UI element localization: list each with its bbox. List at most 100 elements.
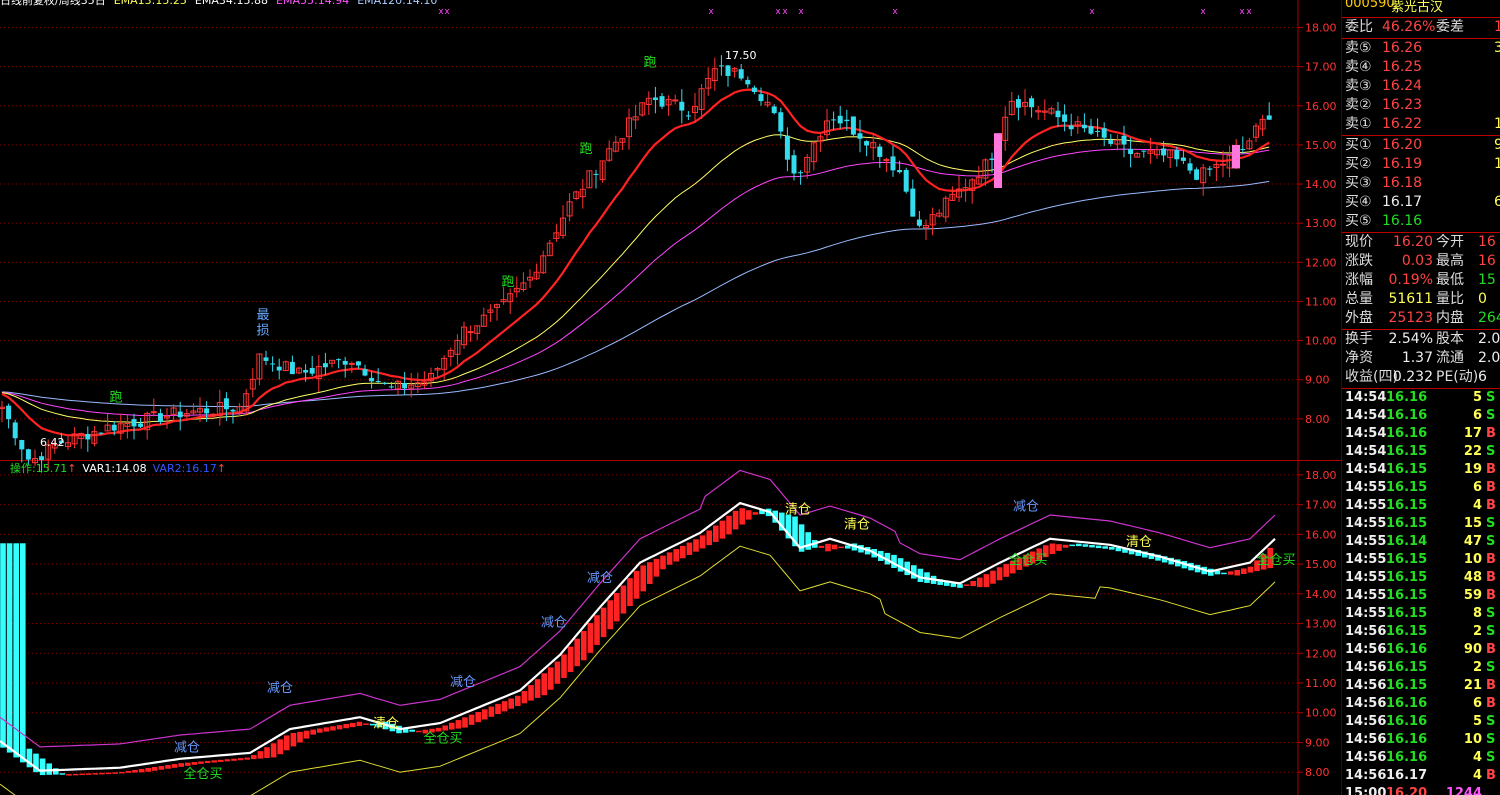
tick-time: 14:54	[1345, 390, 1387, 405]
tick-time: 14:55	[1345, 552, 1387, 567]
candle-body	[25, 449, 31, 460]
indicator-bar	[732, 510, 739, 530]
tick-time: 14:54	[1345, 426, 1387, 441]
indicator-annotation: 清仓	[785, 503, 811, 518]
ask-label: 卖⑤	[1345, 40, 1372, 56]
stat-value: 2.03	[1478, 350, 1500, 366]
tick-row: 14:56 16.15 2 S	[1342, 623, 1500, 641]
tick-row: 14:55 16.15 8 S	[1342, 605, 1500, 623]
stat-value: 51611	[1388, 291, 1433, 307]
indicator-bar	[317, 728, 323, 733]
indicator-annotation: 减仓	[1013, 500, 1039, 515]
indicator-bar	[501, 701, 508, 712]
stat-label: PE(动)	[1436, 369, 1479, 385]
indicator-bar	[198, 761, 204, 764]
candle-body	[270, 363, 276, 365]
candle-body	[6, 405, 12, 420]
stat-label: 涨跌	[1345, 253, 1373, 269]
candle-body	[111, 424, 117, 431]
indicator-bar	[528, 685, 534, 701]
indicator-bar	[343, 723, 349, 729]
indicator-bar	[647, 562, 653, 584]
indicator-bar	[277, 739, 283, 755]
price-annotation: 损	[256, 324, 269, 339]
indicator-annotation: 全仓买	[1008, 552, 1047, 568]
ask-label: 卖④	[1345, 59, 1372, 75]
tick-direction: S	[1486, 750, 1496, 765]
candle-body	[131, 419, 137, 427]
tick-price: 16.16	[1386, 426, 1428, 441]
indicator-bar	[1241, 568, 1247, 575]
tick-direction: S	[1486, 606, 1496, 621]
indicator-bar	[825, 543, 831, 552]
indicator-bar	[158, 766, 165, 770]
indicator-bar	[1234, 569, 1240, 576]
row-value: 46.26%	[1382, 19, 1436, 35]
candle-body	[157, 413, 163, 423]
stat-row: 净资 1.37流通 2.03	[1342, 349, 1500, 368]
tick-time: 14:56	[1345, 732, 1387, 747]
candle-body	[322, 363, 328, 368]
low-price-label: 6.42	[40, 436, 65, 449]
candle-body	[659, 96, 665, 107]
stat-value: 0.03	[1401, 253, 1433, 269]
tick-volume: 59	[1463, 588, 1482, 603]
indicator-bar	[719, 520, 726, 539]
bid-row: 买③ 16.18	[1342, 174, 1500, 193]
stock-name: 紫光古汉	[1391, 0, 1444, 15]
candle-body	[864, 141, 870, 146]
indicator-bar	[409, 729, 415, 732]
indicator-bar	[6, 543, 13, 753]
candle-body	[1062, 114, 1068, 122]
price-annotation: 最	[256, 308, 269, 323]
candle-body	[336, 359, 342, 361]
indicator-annotation: 减仓	[587, 571, 613, 586]
stock-chart[interactable]: 18.0017.0016.0015.0014.0013.0012.0011.00…	[0, 0, 1500, 795]
tick-time: 14:54	[1345, 444, 1387, 459]
candle-body	[725, 65, 731, 76]
indicator-bar	[581, 630, 587, 661]
tick-direction: B	[1486, 426, 1496, 441]
indicator-bar	[1062, 544, 1069, 548]
tick-volume: 6	[1472, 408, 1482, 423]
tick-row: 14:56 16.15 21 B	[1342, 677, 1500, 695]
tick-price: 16.15	[1386, 444, 1428, 459]
ask-row: 卖③ 16.24	[1342, 77, 1500, 96]
indicator-bar	[752, 512, 759, 515]
candle-body	[204, 408, 210, 414]
indicator-bar	[0, 543, 6, 748]
indicator-bar	[1076, 543, 1082, 547]
candle-body	[679, 101, 685, 111]
candle-body	[685, 115, 691, 117]
indicator-bar	[845, 545, 851, 549]
indicator-bar	[468, 714, 475, 725]
indicator-bar	[996, 567, 1003, 581]
tick-volume: 8	[1472, 606, 1482, 621]
indicator-bar	[211, 760, 217, 763]
bid-price: 16.17	[1382, 194, 1423, 210]
tick-volume: 90	[1463, 642, 1482, 657]
indicator-annotation: 减仓	[174, 740, 200, 755]
stat-value: 16.20	[1392, 234, 1433, 250]
bid-row: 买④ 16.17 6	[1342, 193, 1500, 212]
candle-body	[916, 219, 922, 226]
indicator-bar	[462, 717, 468, 728]
tick-row: 14:56 16.16 5 S	[1342, 713, 1500, 731]
candle-body	[897, 170, 903, 173]
bid-price: 16.19	[1382, 156, 1423, 172]
tick-price: 16.15	[1386, 552, 1428, 567]
candle-body	[784, 135, 790, 160]
legend-item: 操作:15.71	[10, 461, 67, 475]
tick-time: 14:56	[1345, 642, 1387, 657]
axis-tick-label: 9.00	[1305, 374, 1330, 387]
tick-row: 14:55 16.15 15 S	[1342, 515, 1500, 533]
stock-code: 000590	[1345, 0, 1395, 11]
indicator-bar	[686, 542, 693, 555]
legend-item: EMA120:14.10	[357, 0, 437, 7]
bid-volume: 6	[1494, 194, 1500, 210]
indicator-bar	[1056, 544, 1062, 551]
tick-time: 14:54	[1345, 408, 1387, 423]
candle-body	[382, 382, 388, 384]
candle-body	[989, 158, 995, 161]
indicator-bar	[818, 545, 825, 548]
